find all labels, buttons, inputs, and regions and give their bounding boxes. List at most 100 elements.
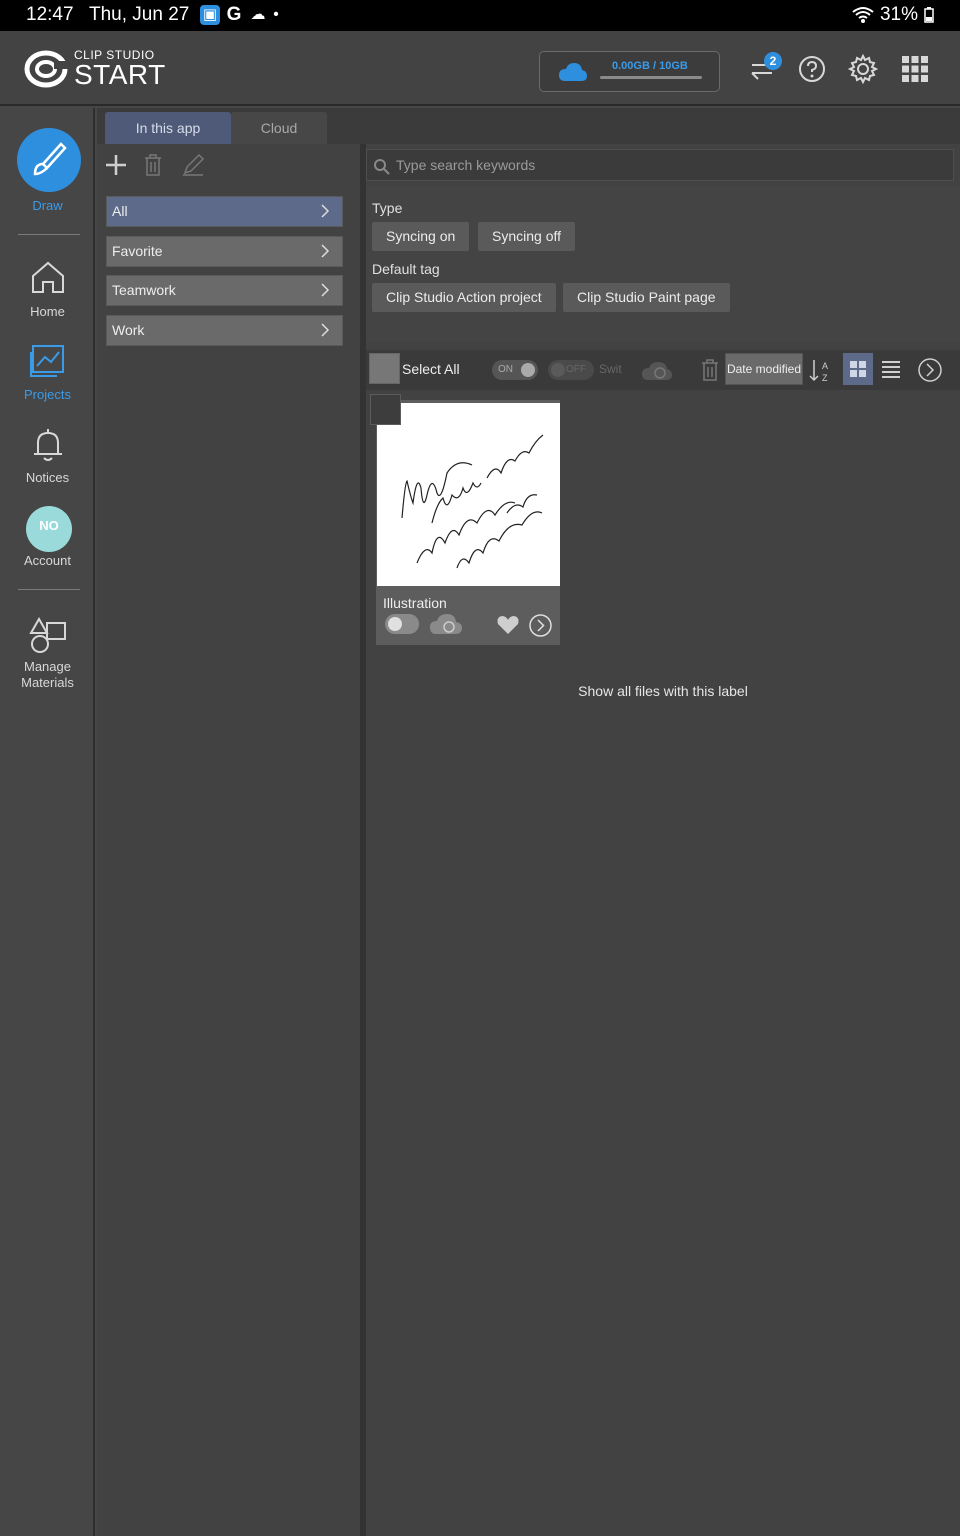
wifi-icon — [852, 7, 874, 23]
sidebar: Draw Home Projects Notices NO Account Ma… — [0, 108, 95, 1536]
grid-view-button[interactable] — [843, 353, 873, 385]
svg-text:A: A — [822, 361, 828, 371]
clip-studio-logo: CLIP STUDIO START — [24, 49, 166, 89]
sync-off-toggle[interactable]: OFF — [548, 360, 594, 380]
storage-value: 0.00GB / 10GB — [612, 60, 688, 72]
draw-label: Draw — [32, 198, 63, 213]
search-input[interactable]: Type search keywords — [366, 149, 954, 181]
label-item-text: Teamwork — [112, 282, 176, 298]
home-icon[interactable] — [29, 258, 67, 296]
tab-bar: In this app Cloud — [97, 108, 960, 144]
cloud-icon — [559, 63, 587, 81]
cloud-sync-icon[interactable] — [640, 360, 674, 382]
type-label: Type — [372, 200, 403, 216]
search-placeholder: Type search keywords — [396, 157, 536, 173]
file-checkbox[interactable] — [370, 394, 401, 425]
select-all-checkbox[interactable] — [369, 353, 400, 384]
files-panel: Type search keywords Type Syncing on Syn… — [366, 144, 960, 1536]
favorite-heart-icon[interactable] — [496, 615, 520, 635]
trash-icon[interactable] — [143, 153, 163, 177]
logo-big-text: START — [74, 59, 166, 90]
file-card[interactable]: Illustration — [370, 394, 560, 645]
clip-studio-logo-icon — [24, 50, 68, 88]
chevron-right-circle-icon[interactable] — [917, 357, 943, 383]
status-date: Thu, Jun 27 — [89, 4, 190, 25]
file-toolbar: Select All ON OFF Swit Date modified AZ — [366, 350, 960, 390]
sync-on-toggle[interactable]: ON — [492, 360, 538, 380]
list-view-icon[interactable] — [881, 360, 901, 378]
manage-materials-label-1[interactable]: Manage — [0, 659, 95, 674]
toggle-on-text: ON — [498, 364, 513, 375]
tab-in-this-app[interactable]: In this app — [105, 112, 231, 144]
projects-icon[interactable] — [29, 342, 67, 380]
edit-pencil-icon[interactable] — [181, 153, 205, 177]
file-thumbnail[interactable] — [377, 403, 560, 586]
notices-label[interactable]: Notices — [0, 470, 95, 485]
chip-syncing-off[interactable]: Syncing off — [478, 222, 576, 251]
chevron-right-icon — [321, 323, 330, 337]
manage-materials-label-2[interactable]: Materials — [0, 675, 95, 690]
chevron-right-icon — [321, 244, 330, 258]
label-item-text: Favorite — [112, 243, 163, 259]
chevron-right-icon — [321, 204, 330, 218]
brush-icon — [33, 142, 67, 176]
app-header: CLIP STUDIO START 0.00GB / 10GB 2 — [0, 31, 960, 106]
sort-az-icon[interactable]: AZ — [808, 358, 832, 384]
chip-syncing-on[interactable]: Syncing on — [372, 222, 470, 251]
cloud-sync-icon[interactable] — [428, 612, 464, 636]
trash-icon[interactable] — [700, 358, 720, 382]
battery-icon — [924, 7, 934, 23]
filter-section: Type Syncing on Syncing off Default tag … — [366, 186, 960, 342]
app-notification-icon: ▣ — [200, 5, 220, 25]
label-item-text: Work — [112, 322, 145, 338]
toggle-knob — [388, 617, 402, 631]
manage-materials-icon[interactable] — [27, 613, 69, 655]
transfer-badge: 2 — [764, 52, 782, 70]
settings-gear-icon[interactable] — [847, 53, 879, 85]
label-item-work[interactable]: Work — [106, 315, 343, 346]
default-tag-label: Default tag — [372, 261, 440, 277]
show-all-files-link[interactable]: Show all files with this label — [366, 683, 960, 699]
sketch-thumbnail-image — [401, 434, 544, 569]
chip-paint-page[interactable]: Clip Studio Paint page — [563, 283, 730, 312]
battery-percent: 31% — [879, 4, 918, 25]
sidebar-divider — [18, 589, 80, 590]
label-panel: All Favorite Teamwork Work — [97, 144, 360, 1536]
label-item-teamwork[interactable]: Teamwork — [106, 275, 343, 306]
label-item-text: All — [112, 203, 128, 219]
projects-label[interactable]: Projects — [0, 387, 95, 402]
apps-grid-icon[interactable] — [899, 53, 931, 85]
search-icon — [374, 159, 390, 175]
svg-text:Z: Z — [822, 373, 828, 383]
grid-view-icon — [850, 361, 866, 377]
chevron-right-circle-icon[interactable] — [528, 613, 553, 638]
dot-icon: • — [273, 6, 279, 23]
home-label[interactable]: Home — [0, 304, 95, 319]
chip-action-project[interactable]: Clip Studio Action project — [372, 283, 556, 312]
status-bar: 12:47 Thu, Jun 27 ▣ G ☁ • 31% — [0, 0, 960, 31]
toggle-knob — [521, 363, 535, 377]
storage-bar — [600, 76, 702, 79]
select-all-label[interactable]: Select All — [402, 361, 460, 377]
sidebar-divider — [18, 234, 80, 235]
google-icon: G — [226, 4, 242, 25]
notices-bell-icon[interactable] — [29, 426, 67, 464]
account-label[interactable]: Account — [0, 553, 95, 568]
cloud-sync-icon: ☁ — [250, 6, 266, 23]
add-icon[interactable] — [105, 154, 127, 176]
label-item-all[interactable]: All — [106, 196, 343, 227]
chevron-right-icon — [321, 283, 330, 297]
file-title: Illustration — [383, 595, 447, 611]
file-sync-toggle[interactable] — [385, 614, 419, 634]
toggle-off-text: OFF — [566, 364, 586, 375]
status-time: 12:47 — [26, 4, 74, 25]
toggle-knob — [551, 363, 565, 377]
draw-button[interactable] — [17, 128, 81, 192]
switch-label: Swit — [599, 362, 622, 376]
sort-dropdown[interactable]: Date modified — [725, 353, 803, 385]
label-item-favorite[interactable]: Favorite — [106, 236, 343, 267]
account-avatar[interactable]: NO — [26, 506, 72, 552]
help-icon[interactable] — [796, 53, 828, 85]
tab-cloud[interactable]: Cloud — [231, 112, 327, 144]
cloud-storage-indicator[interactable]: 0.00GB / 10GB — [539, 51, 720, 92]
